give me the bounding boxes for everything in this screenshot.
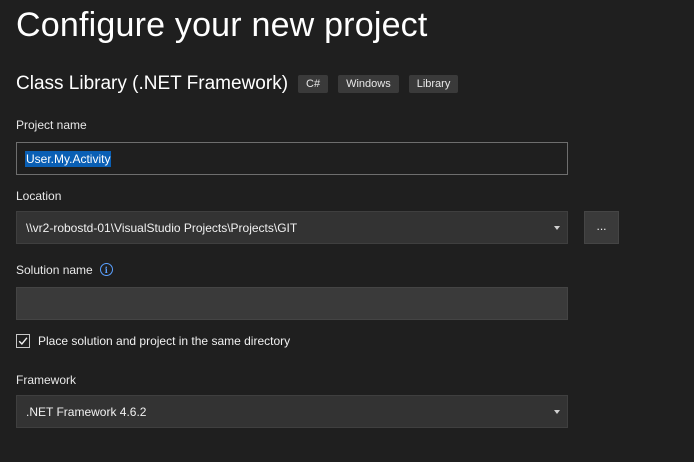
checkmark-icon [18,337,28,345]
tag-platform: Windows [338,75,399,93]
project-name-value: User.My.Activity [25,150,112,167]
solution-name-label-row: Solution name i [16,263,113,277]
chevron-down-icon[interactable] [554,226,560,230]
template-name: Class Library (.NET Framework) [16,73,289,94]
chevron-down-icon[interactable] [554,410,560,414]
location-value: \\vr2-robostd-01\VisualStudio Projects\P… [26,220,298,235]
project-name-label: Project name [16,118,87,132]
project-name-input[interactable]: User.My.Activity [16,142,568,175]
solution-name-input[interactable] [16,287,568,320]
page-title: Configure your new project [16,6,428,44]
same-directory-checkbox[interactable] [16,334,30,348]
same-directory-label: Place solution and project in the same d… [38,334,291,348]
browse-location-button[interactable]: ... [584,211,619,244]
tag-project-type: Library [408,75,459,93]
template-header: Class Library (.NET Framework) C# Window… [16,73,459,95]
same-directory-option[interactable]: Place solution and project in the same d… [16,334,290,348]
info-icon[interactable]: i [99,263,113,277]
framework-value: .NET Framework 4.6.2 [26,404,147,419]
solution-name-label: Solution name [16,263,93,277]
location-combobox[interactable]: \\vr2-robostd-01\VisualStudio Projects\P… [16,211,568,244]
framework-combobox[interactable]: .NET Framework 4.6.2 [16,395,568,428]
framework-label: Framework [16,373,77,387]
location-label: Location [16,189,62,203]
tag-language: C# [298,75,329,93]
